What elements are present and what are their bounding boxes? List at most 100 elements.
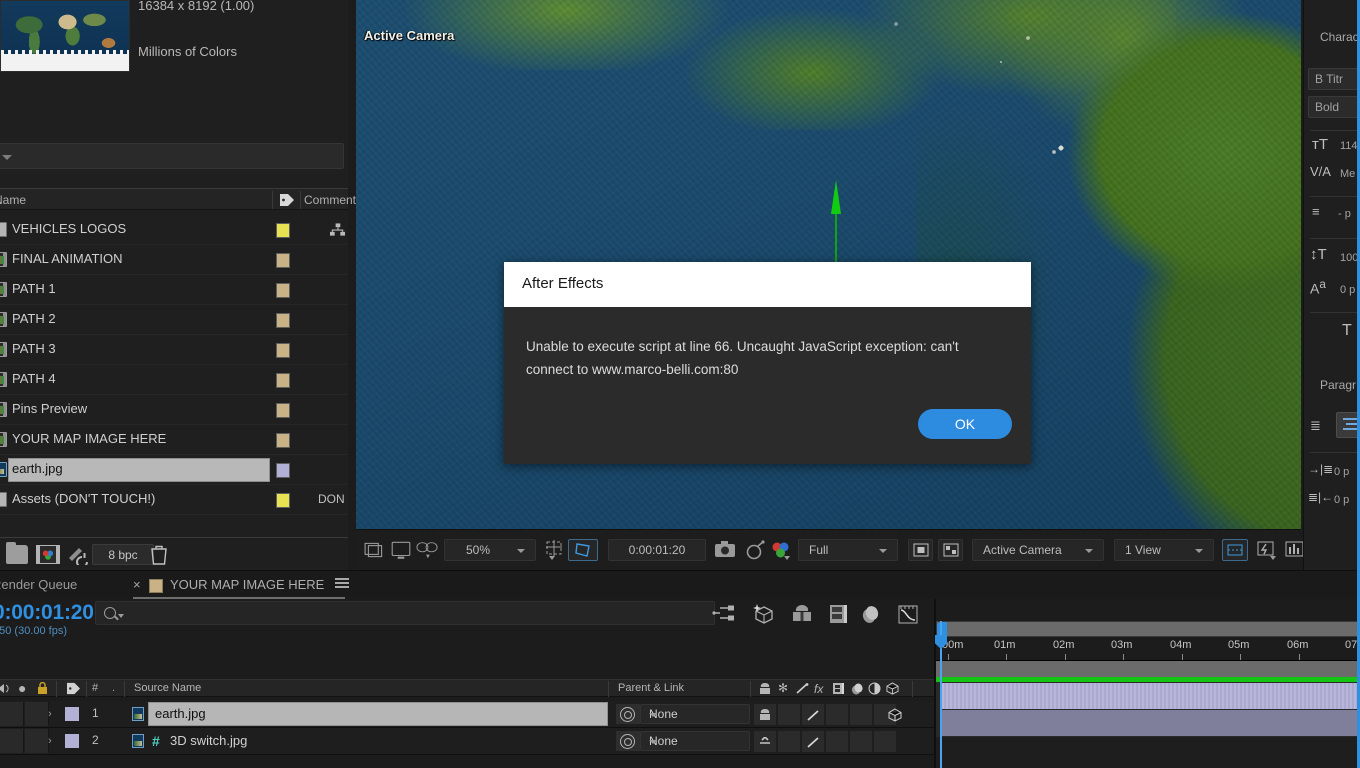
frame-blend-toggle[interactable]: [850, 704, 872, 725]
layer-label-swatch[interactable]: [65, 734, 79, 748]
draft-3d-icon[interactable]: [752, 603, 776, 625]
tab-render-queue[interactable]: Render Queue: [0, 577, 77, 592]
panel-menu-icon[interactable]: [335, 578, 349, 589]
collapse-toggle[interactable]: [778, 704, 800, 725]
label-color-swatch[interactable]: [276, 283, 290, 298]
column-header-parent-link[interactable]: Parent & Link: [618, 682, 684, 694]
effects-toggle[interactable]: [826, 731, 848, 752]
toggle-transparency-grid-icon[interactable]: [390, 539, 412, 561]
indent-right-value[interactable]: 0 p: [1334, 494, 1349, 506]
current-time-display[interactable]: 0:00:01:20 050 (30.00 fps): [0, 601, 94, 638]
faux-bold-icon[interactable]: T: [1342, 322, 1352, 340]
label-color-swatch[interactable]: [276, 253, 290, 268]
column-header-source-name[interactable]: Source Name: [134, 682, 201, 694]
work-area-bar[interactable]: [936, 621, 1360, 638]
font-style-field[interactable]: Bold: [1308, 96, 1360, 118]
column-header-name[interactable]: Name: [0, 193, 26, 207]
graph-editor-icon[interactable]: [896, 603, 920, 625]
snapshot-camera-icon[interactable]: [714, 539, 736, 561]
timeline-ruler[interactable]: 00m 01m 02m 03m 04m 05m 06m 07: [936, 621, 1360, 661]
toggle-transparency-button[interactable]: [938, 539, 963, 561]
layer-duration-bar-3d-switch[interactable]: [940, 710, 1360, 736]
quality-toggle[interactable]: [802, 731, 824, 752]
toggle-viewer-mask-button[interactable]: [908, 539, 933, 561]
label-color-swatch[interactable]: [276, 403, 290, 418]
dialog-title: After Effects: [522, 275, 604, 292]
project-item-vehicles-logos[interactable]: VEHICLES LOGOS: [0, 215, 348, 245]
label-color-swatch[interactable]: [276, 223, 290, 238]
project-item-your-map-image-here[interactable]: YOUR MAP IMAGE HERE: [0, 425, 348, 455]
3d-view-glasses-icon[interactable]: [416, 539, 438, 561]
project-item-assets[interactable]: Assets (DON'T TOUCH!) DON: [0, 485, 348, 515]
bit-depth-button[interactable]: 8 bpc: [92, 544, 154, 565]
collapse-toggle[interactable]: [778, 731, 800, 752]
project-item-path-4[interactable]: PATH 4: [0, 365, 348, 395]
project-item-label: PATH 2: [12, 311, 56, 326]
project-item-path-1[interactable]: PATH 1: [0, 275, 348, 305]
frame-blending-icon[interactable]: [826, 603, 850, 625]
project-settings-icon[interactable]: [68, 545, 90, 565]
project-search-input[interactable]: [0, 143, 344, 169]
motion-blur-icon[interactable]: [858, 603, 882, 625]
frame-blend-toggle[interactable]: [850, 731, 872, 752]
label-color-swatch[interactable]: [276, 433, 290, 448]
label-color-swatch[interactable]: [276, 463, 290, 478]
region-of-interest-icon[interactable]: [544, 539, 566, 561]
camera-view-dropdown[interactable]: Active Camera: [972, 539, 1104, 561]
motion-blur-toggle[interactable]: [874, 731, 896, 752]
layer-label-swatch[interactable]: [65, 707, 79, 721]
vertical-scale-value[interactable]: 100: [1340, 252, 1358, 264]
parent-pickwhip-icon[interactable]: [620, 734, 635, 749]
ok-button[interactable]: OK: [918, 409, 1012, 439]
column-header-comment[interactable]: Comment: [304, 193, 356, 207]
new-folder-button[interactable]: [6, 542, 28, 564]
align-left-icon[interactable]: ≣: [1310, 418, 1321, 434]
label-color-swatch[interactable]: [276, 373, 290, 388]
timeline-layer-bars-area[interactable]: [936, 661, 1360, 768]
project-item-path-2[interactable]: PATH 2: [0, 305, 348, 335]
hide-shy-layers-icon[interactable]: [790, 603, 814, 625]
playhead[interactable]: [935, 621, 947, 768]
expand-arrow-icon[interactable]: ›: [48, 735, 52, 747]
3d-layer-toggle[interactable]: [886, 704, 908, 725]
timeline-layer-row-3d-switch[interactable]: › 2 # 3D switch.jpg None: [0, 728, 935, 755]
shy-toggle[interactable]: [754, 704, 776, 725]
parent-dropdown[interactable]: None: [640, 731, 750, 751]
composition-mini-flowchart-icon[interactable]: [712, 603, 736, 625]
expand-arrow-icon[interactable]: ›: [48, 708, 52, 720]
timeline-panel: Render Queue × YOUR MAP IMAGE HERE 0:00:…: [0, 570, 1360, 768]
layer-duration-bar-earth[interactable]: [940, 683, 1360, 709]
parent-pickwhip-icon[interactable]: [620, 707, 635, 722]
toggle-mask-paths-button[interactable]: [568, 539, 598, 561]
view-layout-dropdown[interactable]: 1 View: [1114, 539, 1214, 561]
project-item-path-3[interactable]: PATH 3: [0, 335, 348, 365]
project-item-pins-preview[interactable]: Pins Preview: [0, 395, 348, 425]
timeline-layer-row-earth[interactable]: › 1 earth.jpg None: [0, 701, 935, 728]
close-icon[interactable]: ×: [133, 577, 141, 592]
always-preview-icon[interactable]: [364, 539, 386, 561]
effects-toggle[interactable]: [826, 704, 848, 725]
parent-dropdown[interactable]: None: [640, 704, 750, 724]
after-effects-alert-dialog: After Effects Unable to execute script a…: [504, 262, 1031, 464]
new-composition-button[interactable]: [36, 545, 60, 564]
zoom-level-dropdown[interactable]: 50%: [444, 539, 536, 561]
leading-value[interactable]: - p: [1338, 208, 1351, 220]
resolution-dropdown[interactable]: Full: [798, 539, 898, 561]
project-item-earth-jpg[interactable]: earth.jpg: [0, 455, 348, 485]
timeline-search-input[interactable]: [95, 601, 715, 625]
comp-timecode-display[interactable]: 0:00:01:20: [608, 539, 706, 561]
label-color-swatch[interactable]: [276, 313, 290, 328]
baseline-shift-value[interactable]: 0 p: [1340, 284, 1355, 296]
project-item-final-animation[interactable]: FINAL ANIMATION: [0, 245, 348, 275]
label-color-swatch[interactable]: [276, 343, 290, 358]
font-family-field[interactable]: B Titr: [1308, 68, 1360, 90]
shy-toggle[interactable]: [754, 731, 776, 752]
font-size-value[interactable]: 114: [1340, 140, 1358, 152]
quality-toggle[interactable]: [802, 704, 824, 725]
label-color-swatch[interactable]: [276, 493, 290, 508]
pixel-aspect-correction-button[interactable]: [1222, 539, 1248, 561]
kerning-value[interactable]: Me: [1340, 168, 1355, 180]
indent-left-value[interactable]: 0 p: [1334, 466, 1349, 478]
delete-trash-icon[interactable]: [150, 545, 168, 565]
show-snapshot-icon[interactable]: [744, 539, 766, 561]
